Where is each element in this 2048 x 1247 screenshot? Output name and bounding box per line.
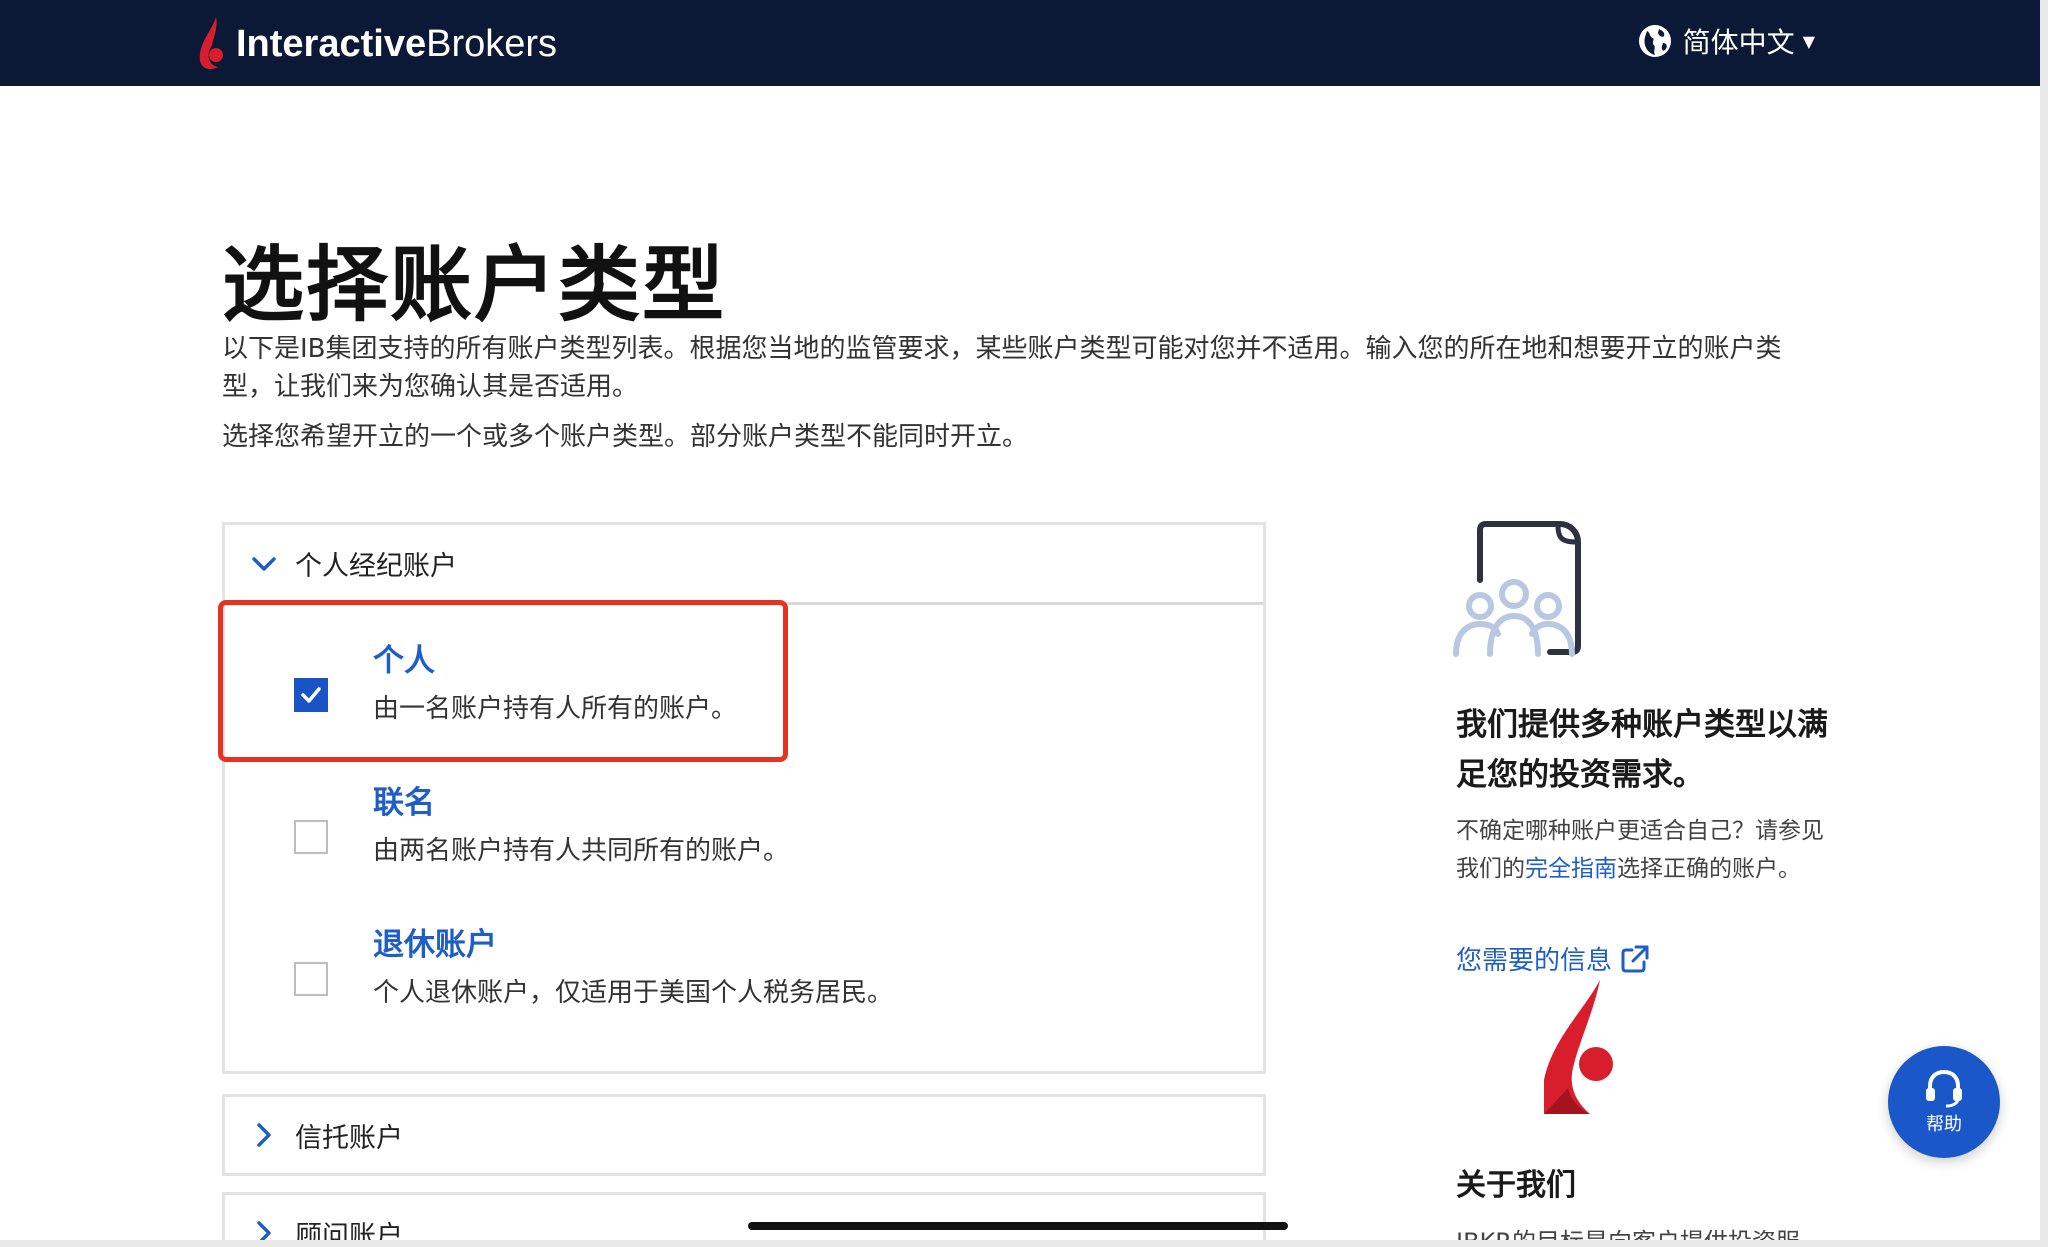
- intro-text-2: 选择您希望开立的一个或多个账户类型。部分账户类型不能同时开立。: [222, 422, 1029, 452]
- accordion-header-trust[interactable]: 信托账户: [222, 1094, 1266, 1176]
- option-joint[interactable]: 联名 由两名账户持有人共同所有的账户。: [225, 747, 1225, 867]
- checkmark-icon: [301, 687, 321, 703]
- viewport-edge-bottom: [0, 1240, 2048, 1247]
- individual-brokerage-panel: 个人经纪账户 个人 由一名账户持有人所有的账户。 联名 由两名账户持有人共同所有…: [222, 522, 1266, 1074]
- info-you-need-link[interactable]: 您需要的信息: [1456, 940, 1650, 977]
- accordion-header-advisor[interactable]: 顾问账户: [222, 1192, 1266, 1240]
- checkbox-retirement[interactable]: [294, 962, 328, 996]
- chevron-right-icon: [249, 1218, 279, 1240]
- about-text: IBKR的目标是向客户提供投资服: [1456, 1222, 1800, 1240]
- option-title[interactable]: 联名: [373, 777, 435, 822]
- ib-logo[interactable]: InteractiveBrokers: [194, 14, 557, 74]
- help-label: 帮助: [1926, 1114, 1962, 1135]
- page-title: 选择账户类型: [222, 238, 727, 333]
- language-selector[interactable]: 简体中文 ▼: [1637, 18, 1815, 64]
- option-desc: 个人退休账户，仅适用于美国个人税务居民。: [373, 978, 894, 1008]
- chevron-down-icon: [249, 549, 279, 579]
- accordion-label: 顾问账户: [295, 1220, 403, 1241]
- help-button[interactable]: 帮助: [1888, 1046, 2000, 1158]
- option-desc: 由两名账户持有人共同所有的账户。: [373, 836, 790, 866]
- ib-flame-icon: [199, 17, 223, 69]
- option-desc: 由一名账户持有人所有的账户。: [373, 694, 738, 724]
- page: InteractiveBrokers 简体中文 ▼ 选择账户类型 以下是IB集团…: [0, 0, 2040, 1240]
- accordion-header-individual[interactable]: 个人经纪账户: [225, 525, 1263, 605]
- full-guide-link[interactable]: 完全指南: [1525, 856, 1617, 882]
- viewport-edge: [2040, 0, 2048, 1247]
- chevron-right-icon: [249, 1120, 279, 1150]
- about-heading: 关于我们: [1456, 1168, 1576, 1203]
- sidebar-text: 不确定哪种账户更适合自己？请参见我们的完全指南选择正确的账户。: [1456, 818, 1824, 882]
- intro-text: 以下是IB集团支持的所有账户类型列表。根据您当地的监管要求，某些账户类型可能对您…: [222, 334, 1782, 402]
- checkbox-joint[interactable]: [294, 820, 328, 854]
- account-types-icon: [1450, 520, 1590, 664]
- ib-brand-mark-icon: [1534, 980, 1634, 1120]
- external-link-icon: [1621, 945, 1649, 972]
- option-retirement[interactable]: 退休账户 个人退休账户，仅适用于美国个人税务居民。: [225, 889, 1225, 1009]
- headset-icon: [1926, 1069, 1962, 1108]
- checkbox-individual[interactable]: [294, 678, 328, 712]
- accordion-label: 个人经纪账户: [295, 551, 457, 582]
- top-navbar: InteractiveBrokers 简体中文 ▼: [0, 0, 2040, 86]
- option-individual[interactable]: 个人 由一名账户持有人所有的账户。: [225, 605, 1225, 725]
- caret-down-icon: ▼: [1802, 31, 1815, 51]
- info-link-label: 您需要的信息: [1456, 946, 1613, 976]
- globe-icon: [1638, 25, 1671, 57]
- accordion-label: 信托账户: [295, 1122, 403, 1154]
- language-label: 简体中文: [1682, 26, 1795, 59]
- option-title[interactable]: 个人: [373, 635, 435, 680]
- option-title[interactable]: 退休账户: [373, 919, 497, 964]
- logo-text: InteractiveBrokers: [236, 22, 558, 65]
- sidebar-heading: 我们提供多种账户类型以满足您的投资需求。: [1456, 707, 1828, 793]
- home-indicator[interactable]: [748, 1222, 1288, 1230]
